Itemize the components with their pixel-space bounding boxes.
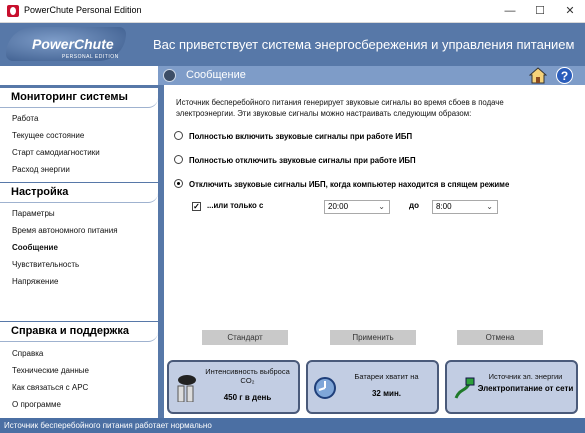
battery-label: Батареи хватит на bbox=[354, 372, 419, 381]
nav-item-energy-usage[interactable]: Расход энергии bbox=[0, 161, 158, 178]
help-icon[interactable]: ? bbox=[556, 67, 573, 84]
option-enable-label: Полностью включить звуковые сигналы при … bbox=[189, 132, 413, 141]
option-enable-sounds[interactable]: Полностью включить звуковые сигналы при … bbox=[174, 131, 412, 141]
nav-item-work[interactable]: Работа bbox=[0, 110, 158, 127]
from-time-select[interactable]: 20:00 ⌄ bbox=[324, 200, 390, 214]
description-text: Источник бесперебойного питания генериру… bbox=[176, 98, 504, 118]
nav-item-runtime[interactable]: Время автономного питания bbox=[0, 222, 158, 239]
to-time-select[interactable]: 8:00 ⌄ bbox=[432, 200, 498, 214]
co2-label-line1: Интенсивность выброса bbox=[205, 367, 290, 376]
to-label: до bbox=[409, 201, 419, 210]
page-header: Сообщение ? bbox=[158, 66, 585, 85]
to-time-value: 8:00 bbox=[436, 202, 452, 211]
nav-item-tech-data[interactable]: Технические данные bbox=[0, 362, 158, 379]
support-section: Справка и поддержка Справка Технические … bbox=[0, 322, 158, 423]
radio-sleep-mute[interactable] bbox=[174, 179, 183, 188]
main-panel: Источник бесперебойного питания генериру… bbox=[164, 85, 585, 418]
settings-heading: Настройка bbox=[0, 183, 158, 203]
chevron-down-icon: ⌄ bbox=[378, 202, 385, 211]
only-between-checkbox[interactable]: ✓ bbox=[192, 202, 201, 211]
sidebar: Мониторинг системы Работа Текущее состоя… bbox=[0, 85, 164, 423]
factory-icon bbox=[177, 375, 196, 402]
co2-value: 450 г в день bbox=[223, 393, 272, 402]
radio-disable[interactable] bbox=[174, 155, 183, 164]
support-heading: Справка и поддержка bbox=[0, 322, 158, 342]
option-sleep-mute[interactable]: Отключить звуковые сигналы ИБП, когда ко… bbox=[174, 179, 509, 189]
cancel-button[interactable]: Отмена bbox=[457, 330, 543, 345]
option-disable-label: Полностью отключить звуковые сигналы при… bbox=[189, 156, 416, 165]
status-bar: Источник бесперебойного питания работает… bbox=[0, 418, 585, 433]
nav-item-help[interactable]: Справка bbox=[0, 345, 158, 362]
plug-icon bbox=[454, 377, 475, 399]
home-icon[interactable] bbox=[529, 67, 547, 84]
default-button[interactable]: Стандарт bbox=[202, 330, 288, 345]
app-logo: PowerChute PERSONAL EDITION bbox=[6, 27, 126, 61]
apply-button[interactable]: Применить bbox=[330, 330, 416, 345]
app-icon bbox=[7, 5, 19, 17]
co2-label: Интенсивность выброса CO₂ bbox=[199, 367, 296, 385]
co2-card: Интенсивность выброса CO₂ 450 г в день bbox=[167, 360, 300, 414]
window-title: PowerChute Personal Edition bbox=[24, 5, 142, 15]
nav-item-about[interactable]: О программе bbox=[0, 396, 158, 413]
chevron-down-icon: ⌄ bbox=[486, 202, 493, 211]
battery-value: 32 мин. bbox=[371, 389, 401, 398]
maximize-button[interactable]: ☐ bbox=[525, 0, 555, 22]
nav-item-message[interactable]: Сообщение bbox=[0, 239, 158, 256]
from-time-value: 20:00 bbox=[328, 202, 349, 211]
option-disable-sounds[interactable]: Полностью отключить звуковые сигналы при… bbox=[174, 155, 416, 165]
minimize-button[interactable]: — bbox=[495, 0, 525, 22]
co2-label-line2: CO₂ bbox=[240, 376, 255, 385]
nav-item-contact-apc[interactable]: Как связаться с APC bbox=[0, 379, 158, 396]
close-button[interactable]: ✕ bbox=[555, 0, 585, 22]
clock-icon bbox=[314, 377, 336, 399]
option-sleep-label: Отключить звуковые сигналы ИБП, когда ко… bbox=[189, 180, 510, 189]
settings-section: Настройка Параметры Время автономного пи… bbox=[0, 183, 158, 321]
radio-enable[interactable] bbox=[174, 131, 183, 140]
title-bar: PowerChute Personal Edition — ☐ ✕ bbox=[0, 0, 585, 23]
speaker-icon bbox=[163, 69, 176, 82]
logo-subtext: PERSONAL EDITION bbox=[62, 54, 119, 60]
nav-item-voltage[interactable]: Напряжение bbox=[0, 273, 158, 290]
only-between-row[interactable]: ✓ ...или только с bbox=[192, 201, 263, 211]
monitoring-section: Мониторинг системы Работа Текущее состоя… bbox=[0, 88, 158, 182]
nav-item-current-status[interactable]: Текущее состояние bbox=[0, 127, 158, 144]
nav-item-sensitivity[interactable]: Чувствительность bbox=[0, 256, 158, 273]
nav-item-parameters[interactable]: Параметры bbox=[0, 205, 158, 222]
logo-text: PowerChute bbox=[32, 36, 114, 52]
header-banner: PowerChute PERSONAL EDITION Вас приветст… bbox=[0, 23, 585, 66]
monitoring-heading: Мониторинг системы bbox=[0, 88, 158, 108]
only-between-label: ...или только с bbox=[207, 201, 264, 210]
page-title: Сообщение bbox=[186, 69, 246, 81]
welcome-text: Вас приветствует система энергосбережени… bbox=[153, 37, 575, 52]
battery-card: Батареи хватит на 32 мин. bbox=[306, 360, 439, 414]
power-label: Источник эл. энергии bbox=[488, 372, 563, 381]
nav-item-self-test[interactable]: Старт самодиагностики bbox=[0, 144, 158, 161]
power-value: Электропитание от сети bbox=[477, 384, 574, 393]
power-card: Источник эл. энергии Электропитание от с… bbox=[445, 360, 578, 414]
